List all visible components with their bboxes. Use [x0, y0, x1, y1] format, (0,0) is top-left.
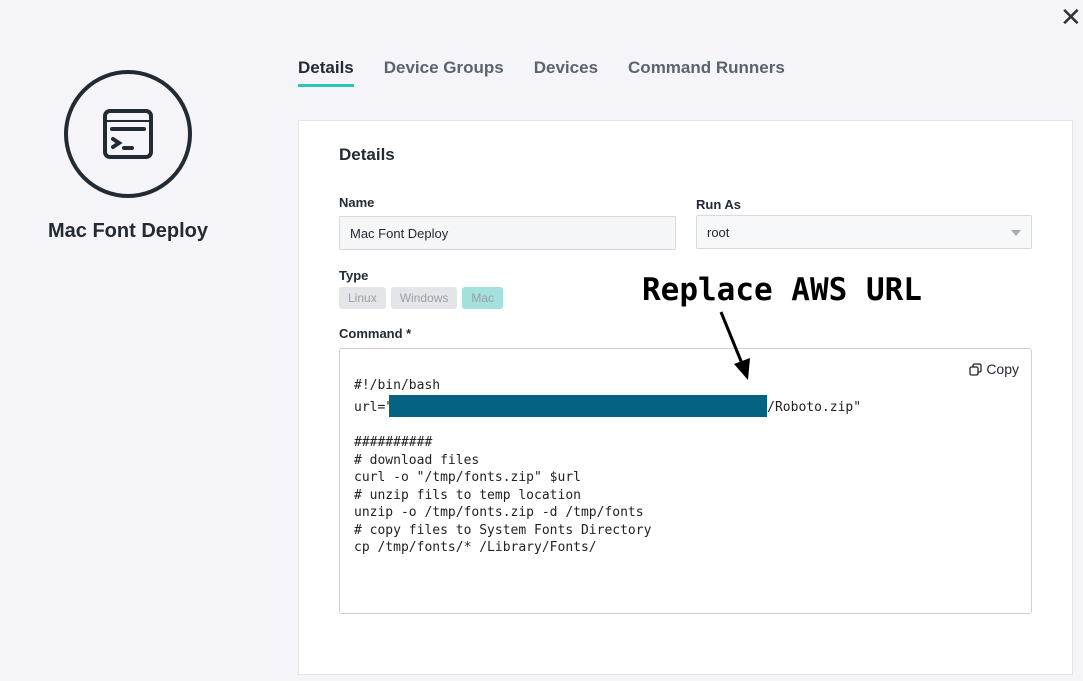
command-avatar — [64, 70, 192, 198]
type-linux[interactable]: Linux — [339, 287, 386, 309]
command-title: Mac Font Deploy — [47, 220, 208, 242]
tab-details[interactable]: Details — [298, 58, 354, 87]
copy-label: Copy — [986, 361, 1019, 377]
copy-icon — [969, 362, 982, 376]
annotation-text: Replace AWS URL — [642, 272, 922, 308]
tab-command-runners[interactable]: Command Runners — [628, 58, 785, 87]
type-selector: Linux Windows Mac — [339, 287, 504, 309]
command-editor[interactable]: Copy #!/bin/bash url="/Roboto.zip" #####… — [339, 348, 1032, 614]
tab-devices[interactable]: Devices — [534, 58, 598, 87]
tab-bar: Details Device Groups Devices Command Ru… — [298, 58, 785, 87]
run-as-select[interactable]: root — [696, 215, 1032, 249]
run-as-value: root — [707, 225, 730, 240]
command-text: #!/bin/bash url="/Roboto.zip" ##########… — [354, 378, 862, 555]
close-button[interactable]: ✕ — [1060, 4, 1082, 30]
name-input[interactable]: Mac Font Deploy — [339, 216, 676, 250]
command-label: Command * — [339, 326, 412, 341]
details-heading: Details — [339, 145, 395, 164]
chevron-down-icon — [1011, 230, 1021, 236]
redacted-url — [389, 394, 768, 417]
type-mac[interactable]: Mac — [462, 287, 504, 309]
details-card: Details Name Mac Font Deploy Run As root… — [298, 120, 1073, 675]
type-windows[interactable]: Windows — [390, 287, 458, 309]
run-as-label: Run As — [696, 197, 742, 212]
copy-button[interactable]: Copy — [969, 361, 1019, 377]
annotation-arrow-icon — [719, 311, 750, 380]
terminal-icon — [103, 109, 153, 159]
type-label: Type — [339, 268, 369, 283]
tab-device-groups[interactable]: Device Groups — [384, 58, 504, 87]
name-label: Name — [339, 195, 375, 210]
